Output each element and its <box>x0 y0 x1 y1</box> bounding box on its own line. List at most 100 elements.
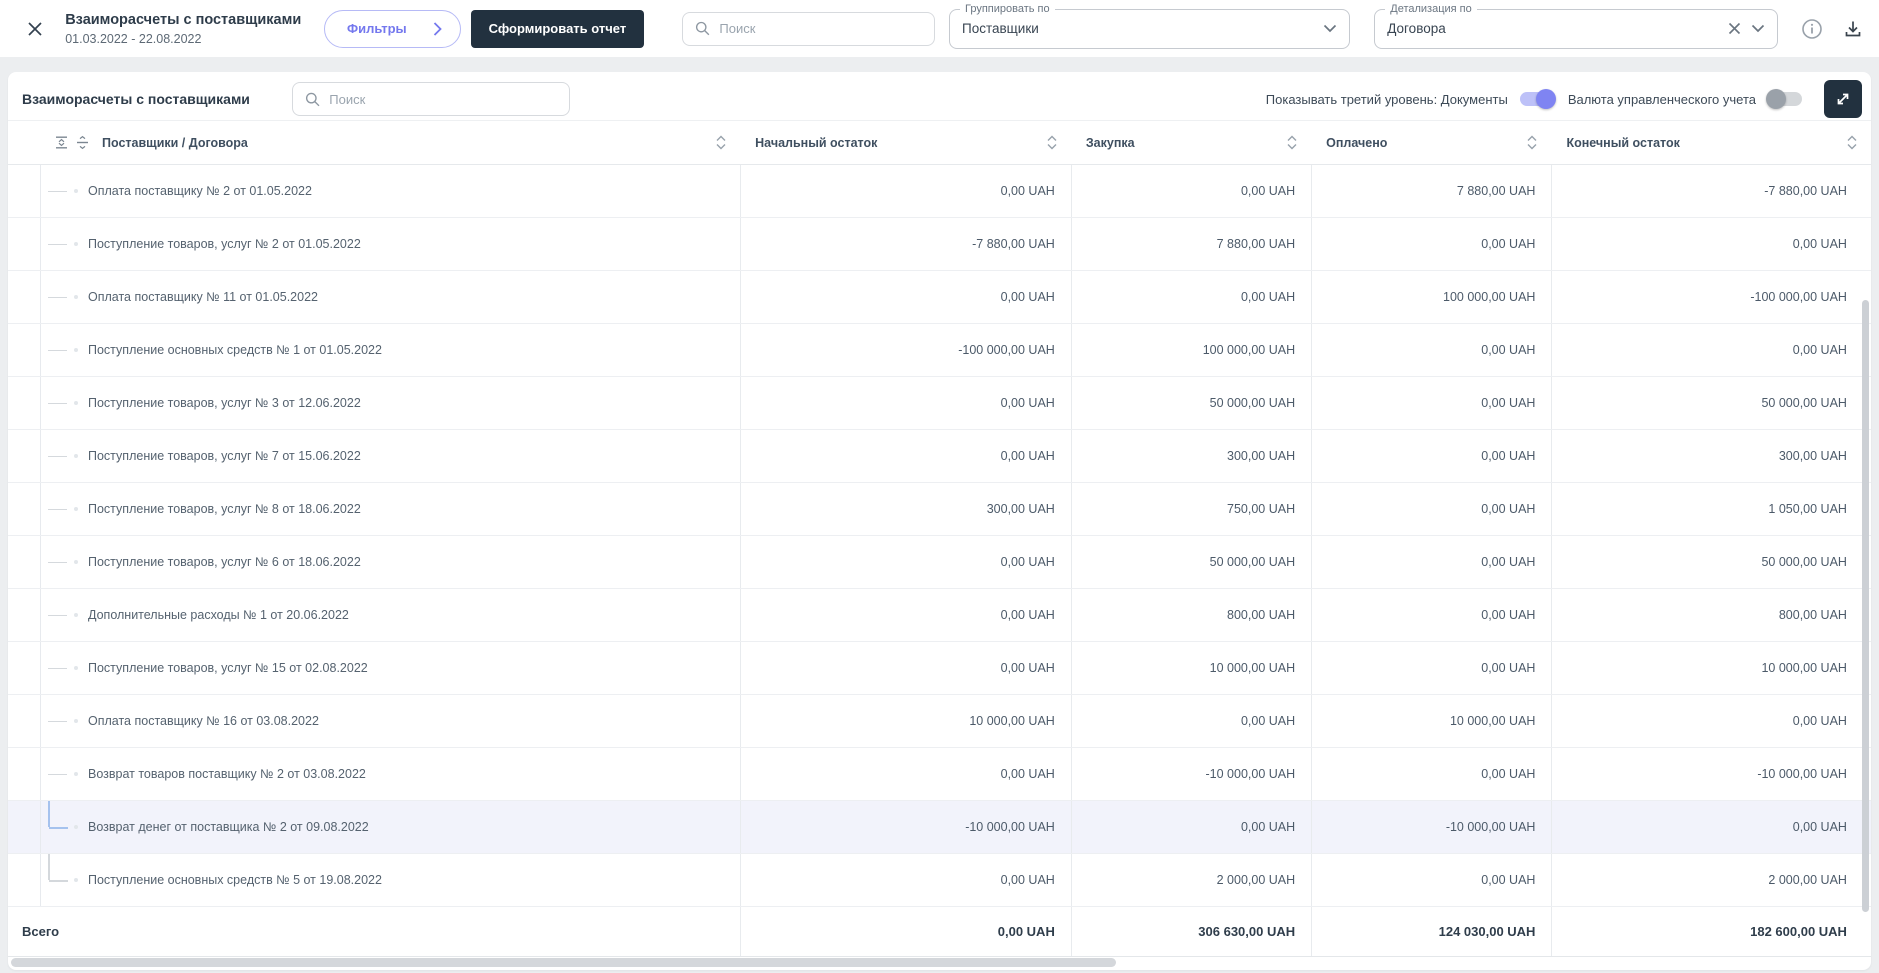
table-row[interactable]: Возврат товаров поставщику № 2 от 03.08.… <box>8 748 1871 801</box>
table-row[interactable]: Поступление основных средств № 5 от 19.0… <box>8 854 1871 907</box>
chevron-down-icon[interactable] <box>1323 24 1337 33</box>
opening-balance-cell: -10 000,00 UAH <box>740 801 1071 853</box>
opening-balance-cell: 0,00 UAH <box>740 377 1071 429</box>
vertical-scrollbar[interactable] <box>1862 300 1869 912</box>
sort-asc-icon <box>1047 135 1057 141</box>
detail-by-value: Договора <box>1387 21 1446 36</box>
total-purchase: 306 630,00 UAH <box>1070 907 1311 956</box>
horizontal-scrollbar[interactable] <box>11 958 1116 967</box>
report-title-block: Взаиморасчеты с поставщиками 01.03.2022 … <box>65 12 301 46</box>
date-range: 01.03.2022 - 22.08.2022 <box>65 31 202 46</box>
column-header-closing-balance[interactable]: Конечный остаток <box>1551 121 1871 164</box>
column-header-paid[interactable]: Оплачено <box>1311 121 1551 164</box>
table-row[interactable]: Поступление товаров, услуг № 2 от 01.05.… <box>8 218 1871 271</box>
sort-control[interactable] <box>1526 135 1538 150</box>
closing-balance-cell: 0,00 UAH <box>1551 695 1871 747</box>
table-row[interactable]: Возврат денег от поставщика № 2 от 09.08… <box>8 801 1871 854</box>
document-name: Возврат денег от поставщика № 2 от 09.08… <box>88 820 369 834</box>
paid-cell: 0,00 UAH <box>1311 854 1551 906</box>
table-row[interactable]: Поступление товаров, услуг № 3 от 12.06.… <box>8 377 1871 430</box>
paid-cell: 0,00 UAH <box>1311 430 1551 482</box>
opening-balance-cell: 0,00 UAH <box>740 589 1071 641</box>
clear-icon[interactable] <box>1728 22 1741 35</box>
expand-all-button[interactable] <box>75 135 90 150</box>
close-icon <box>27 21 42 36</box>
document-name: Поступление товаров, услуг № 15 от 02.08… <box>88 661 368 675</box>
table-row[interactable]: Оплата поставщику № 16 от 03.08.2022 10 … <box>8 695 1871 748</box>
table-search-input[interactable] <box>329 91 557 107</box>
collapse-all-button[interactable] <box>54 135 69 150</box>
table-row[interactable]: Оплата поставщику № 2 от 01.05.2022 0,00… <box>8 165 1871 218</box>
document-cell: Поступление товаров, услуг № 3 от 12.06.… <box>8 377 740 429</box>
document-cell: Оплата поставщику № 11 от 01.05.2022 <box>8 271 740 323</box>
topbar-search-input[interactable] <box>719 21 922 36</box>
sort-asc-icon <box>716 135 726 141</box>
opening-balance-cell: 10 000,00 UAH <box>740 695 1071 747</box>
document-name: Поступление товаров, услуг № 7 от 15.06.… <box>88 449 361 463</box>
table-row[interactable]: Поступление основных средств № 1 от 01.0… <box>8 324 1871 377</box>
info-button[interactable] <box>1800 16 1823 42</box>
search-icon <box>305 92 320 106</box>
paid-cell: 0,00 UAH <box>1311 536 1551 588</box>
group-by-value: Поставщики <box>962 21 1039 36</box>
column-header-label: Поставщики / Договора <box>102 135 248 150</box>
document-name: Поступление основных средств № 5 от 19.0… <box>88 873 382 887</box>
download-button[interactable] <box>1842 16 1865 42</box>
opening-balance-cell: -7 880,00 UAH <box>740 218 1071 270</box>
opening-balance-cell: 0,00 UAH <box>740 642 1071 694</box>
paid-cell: 0,00 UAH <box>1311 589 1551 641</box>
table-search[interactable] <box>291 82 570 116</box>
tree-connector-icon <box>8 377 88 429</box>
report-panel: Взаиморасчеты с поставщиками Показывать … <box>8 72 1871 970</box>
topbar: Взаиморасчеты с поставщиками 01.03.2022 … <box>0 0 1879 57</box>
column-header-label: Закупка <box>1085 135 1135 150</box>
sort-asc-icon <box>1287 135 1297 141</box>
tree-connector-icon <box>8 165 88 217</box>
panel-header: Взаиморасчеты с поставщиками Показывать … <box>8 72 1871 120</box>
info-icon <box>1802 18 1822 39</box>
column-header-opening-balance[interactable]: Начальный остаток <box>740 121 1071 164</box>
opening-balance-cell: 0,00 UAH <box>740 748 1071 800</box>
topbar-search[interactable] <box>682 11 935 46</box>
table-row[interactable]: Поступление товаров, услуг № 8 от 18.06.… <box>8 483 1871 536</box>
detail-by-label: Детализация по <box>1385 2 1477 15</box>
group-by-select[interactable]: Группировать по Поставщики <box>949 2 1351 49</box>
sort-control[interactable] <box>1046 135 1058 150</box>
closing-balance-cell: 50 000,00 UAH <box>1551 377 1871 429</box>
chevron-down-icon[interactable] <box>1751 24 1765 33</box>
download-icon <box>1845 21 1861 36</box>
currency-toggle-label: Валюта управленческого учета <box>1567 91 1756 107</box>
document-name: Оплата поставщику № 16 от 03.08.2022 <box>88 714 319 728</box>
table-row[interactable]: Поступление товаров, услуг № 7 от 15.06.… <box>8 430 1871 483</box>
table-row[interactable]: Поступление товаров, услуг № 15 от 02.08… <box>8 642 1871 695</box>
generate-report-button[interactable]: Сформировать отчет <box>470 9 645 48</box>
column-header-suppliers[interactable]: Поставщики / Договора <box>8 121 740 164</box>
sort-control[interactable] <box>1286 135 1298 150</box>
third-level-toggle[interactable] <box>1519 89 1556 109</box>
filters-button[interactable]: Фильтры <box>324 9 461 48</box>
panel-title: Взаиморасчеты с поставщиками <box>22 91 250 107</box>
currency-toggle[interactable] <box>1766 89 1802 109</box>
detail-by-select[interactable]: Детализация по Договора <box>1374 2 1779 49</box>
column-header-purchase[interactable]: Закупка <box>1071 121 1311 164</box>
document-name: Поступление товаров, услуг № 8 от 18.06.… <box>88 502 361 516</box>
sort-control[interactable] <box>715 135 727 150</box>
purchase-cell: 50 000,00 UAH <box>1070 536 1311 588</box>
total-opening-balance: 0,00 UAH <box>740 907 1071 956</box>
report-title-dropdown[interactable]: Взаиморасчеты с поставщиками <box>65 12 301 28</box>
table-row[interactable]: Дополнительные расходы № 1 от 20.06.2022… <box>8 589 1871 642</box>
closing-balance-cell: 0,00 UAH <box>1551 324 1871 376</box>
sort-desc-icon <box>1047 144 1057 150</box>
table-row[interactable]: Оплата поставщику № 11 от 01.05.2022 0,0… <box>8 271 1871 324</box>
closing-balance-cell: -100 000,00 UAH <box>1551 271 1871 323</box>
table-row[interactable]: Поступление товаров, услуг № 6 от 18.06.… <box>8 536 1871 589</box>
sort-desc-icon <box>1847 144 1857 150</box>
close-button[interactable] <box>22 15 47 43</box>
paid-cell: 0,00 UAH <box>1311 483 1551 535</box>
closing-balance-cell: -10 000,00 UAH <box>1551 748 1871 800</box>
fullscreen-button[interactable] <box>1824 80 1862 118</box>
document-cell: Поступление товаров, услуг № 2 от 01.05.… <box>8 218 740 270</box>
tree-connector-icon <box>8 218 88 270</box>
purchase-cell: 100 000,00 UAH <box>1070 324 1311 376</box>
sort-control[interactable] <box>1846 135 1858 150</box>
